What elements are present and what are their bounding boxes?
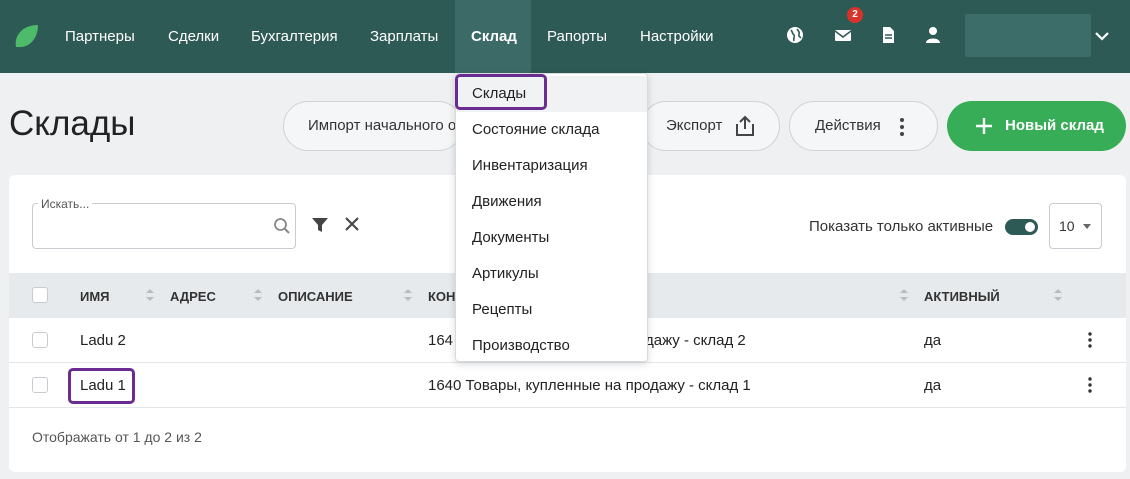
search-label: Искать...: [38, 197, 93, 211]
column-header-address[interactable]: АДРЕС: [170, 289, 216, 304]
import-button[interactable]: Импорт начального о: [283, 101, 463, 151]
page-title: Склады: [9, 104, 136, 143]
import-button-label: Импорт начального о: [308, 117, 457, 134]
leaf-logo-icon[interactable]: [12, 22, 40, 50]
plus-icon: [976, 118, 992, 134]
actions-button-label: Действия: [815, 117, 881, 134]
dropdown-item-production[interactable]: Производство: [456, 328, 647, 364]
chevron-down-icon[interactable]: [1094, 28, 1110, 44]
caret-down-icon: [1083, 224, 1091, 229]
dropdown-item-documents[interactable]: Документы: [456, 220, 647, 256]
dropdown-item-stock-status[interactable]: Состояние склада: [456, 112, 647, 148]
search-input[interactable]: [43, 216, 263, 238]
highlight-frame-row-name: [68, 368, 135, 404]
nav-item-warehouse[interactable]: Склад: [455, 0, 531, 73]
new-warehouse-button[interactable]: Новый склад: [947, 101, 1126, 151]
cell-active: да: [924, 377, 942, 394]
dropdown-item-movements[interactable]: Движения: [456, 184, 647, 220]
page-size-value: 10: [1059, 218, 1075, 234]
row-checkbox[interactable]: [32, 332, 48, 348]
row-actions-icon[interactable]: [1087, 332, 1093, 348]
nav-item-accounting[interactable]: Бухгалтерия: [251, 0, 338, 73]
nav-item-partners[interactable]: Партнеры: [65, 0, 135, 73]
cell-account-visible-tail: одажу - склад 2: [637, 332, 746, 349]
cell-name[interactable]: Ladu 2: [80, 332, 126, 349]
export-button-label: Экспорт: [666, 117, 723, 134]
document-icon[interactable]: [878, 25, 898, 45]
mail-notification-badge: 2: [847, 7, 863, 23]
search-icon[interactable]: [273, 217, 291, 235]
sort-icon[interactable]: [145, 288, 155, 302]
dropdown-item-recipes[interactable]: Рецепты: [456, 292, 647, 328]
active-only-toggle[interactable]: [1005, 219, 1038, 235]
pagination-info: Отображать от 1 до 2 из 2: [32, 429, 202, 445]
column-header-active[interactable]: АКТИВНЫЙ: [924, 289, 1000, 304]
cell-account: 164: [428, 332, 454, 349]
nav-item-salaries[interactable]: Зарплаты: [370, 0, 438, 73]
column-header-account[interactable]: КОН: [428, 289, 455, 304]
column-header-name[interactable]: ИМЯ: [80, 289, 110, 304]
sort-icon[interactable]: [1053, 288, 1063, 302]
kebab-menu-icon: [900, 118, 904, 136]
new-warehouse-label: Новый склад: [1005, 117, 1104, 134]
warehouse-dropdown-menu: Склады Состояние склада Инвентаризация Д…: [455, 73, 648, 362]
user-account-box[interactable]: [965, 14, 1091, 57]
row-checkbox[interactable]: [32, 377, 48, 393]
cell-active: да: [924, 332, 942, 349]
mail-icon[interactable]: [833, 25, 853, 45]
dropdown-item-inventory[interactable]: Инвентаризация: [456, 148, 647, 184]
nav-item-reports[interactable]: Рапорты: [547, 0, 607, 73]
globe-icon[interactable]: [785, 25, 805, 45]
sort-icon[interactable]: [253, 288, 263, 302]
upload-icon: [736, 115, 754, 136]
cell-account: 1640 Товары, купленные на продажу - скла…: [428, 377, 751, 394]
select-all-checkbox[interactable]: [32, 287, 48, 303]
user-icon[interactable]: [923, 25, 943, 45]
row-divider: [9, 407, 1126, 408]
nav-item-settings[interactable]: Настройки: [640, 0, 714, 73]
export-button[interactable]: Экспорт: [641, 101, 780, 151]
actions-button[interactable]: Действия: [789, 101, 938, 151]
close-icon[interactable]: [343, 215, 361, 233]
highlight-frame-dropdown-item: [455, 74, 547, 110]
filter-icon[interactable]: [311, 216, 329, 234]
page-size-select[interactable]: 10: [1049, 203, 1102, 249]
row-actions-icon[interactable]: [1087, 377, 1093, 393]
sort-icon[interactable]: [899, 288, 909, 302]
dropdown-item-articles[interactable]: Артикулы: [456, 256, 647, 292]
active-only-label: Показать только активные: [809, 218, 994, 235]
nav-item-deals[interactable]: Сделки: [168, 0, 219, 73]
sort-icon[interactable]: [403, 288, 413, 302]
column-header-description[interactable]: ОПИСАНИЕ: [278, 289, 353, 304]
